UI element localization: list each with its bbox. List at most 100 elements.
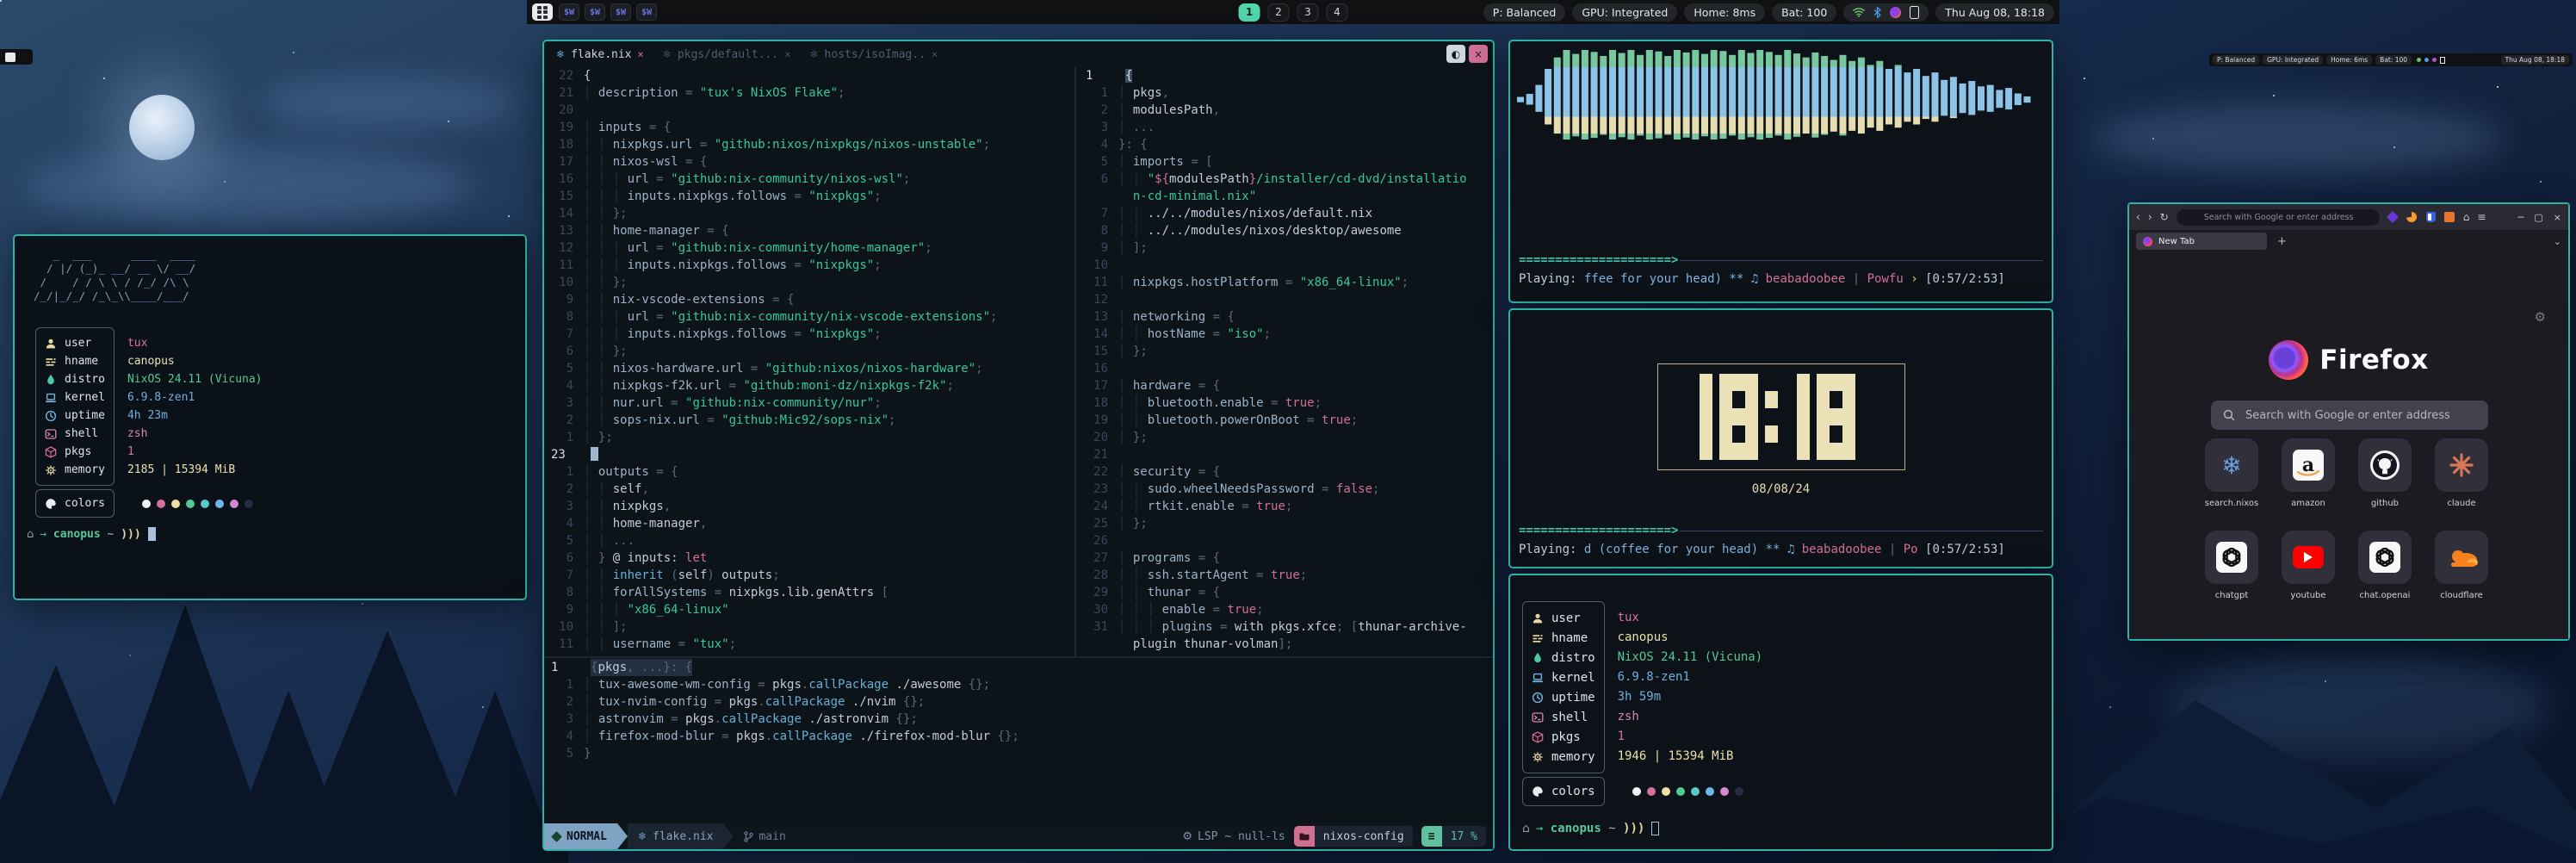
shortcut-tile-icon[interactable] xyxy=(2358,438,2412,492)
url-bar[interactable]: Search with Google or enter address xyxy=(2177,209,2380,226)
editor-tab-pkgs-default-[interactable]: ❄pkgs/default...× xyxy=(663,48,791,61)
newtab-search-bar[interactable]: Search with Google or enter address xyxy=(2211,400,2488,430)
vertical-split-divider[interactable] xyxy=(1074,67,1076,656)
firefox-tab-bar: New Tab + ⌄ xyxy=(2129,230,2568,252)
tab-close-icon[interactable]: × xyxy=(784,48,790,60)
workspace-button-2[interactable]: 2 xyxy=(1268,3,1290,22)
color-dot xyxy=(142,500,151,508)
close-button[interactable]: × xyxy=(2554,212,2561,223)
code-line: 19│ │ bluetooth.powerOnBoot = true; xyxy=(1079,412,1493,429)
code-text: │ │ sops-nix.url = "github:Mic92/sops-ni… xyxy=(584,412,895,429)
clock-pill[interactable]: Thu Aug 08, 18:18 xyxy=(1935,3,2054,22)
song-progress: =====================> xyxy=(1519,524,2043,537)
editor-tab-flake-nix[interactable]: ❄flake.nix× xyxy=(556,48,644,61)
line-number: 19 xyxy=(1079,412,1118,429)
neovim-window[interactable]: ❄flake.nix× ❄pkgs/default...× ❄hosts/isoIm… xyxy=(542,40,1495,851)
shortcut-tile-icon[interactable] xyxy=(2282,531,2335,584)
code-text: │ │ ../../modules/nixos/default.nix xyxy=(1118,205,1372,222)
window-button[interactable]: $W xyxy=(636,3,657,21)
clock-pill[interactable]: Thu Aug 08, 18:18 xyxy=(2501,55,2569,65)
top-bar: $W$W$W$W 1234 P: BalancedGPU: Integrated… xyxy=(527,0,2059,24)
minimize-button[interactable]: ─ xyxy=(2518,212,2524,223)
shortcut-tile-icon[interactable] xyxy=(2435,531,2488,584)
app-launcher-icon[interactable] xyxy=(5,53,15,62)
extension-icon-1[interactable] xyxy=(2387,212,2399,223)
workspace-button-1[interactable]: 1 xyxy=(1239,3,1260,22)
line-number: 20 xyxy=(544,102,584,119)
fastfetch-panel[interactable]: userhnamedistrokerneluptimeshellpkgsmemo… xyxy=(1508,574,2053,851)
mode-label: NORMAL xyxy=(567,830,607,843)
shortcut-cloudflare[interactable]: cloudflare xyxy=(2435,531,2488,600)
fetch-row: shell xyxy=(36,425,114,443)
shortcut-tile-icon[interactable] xyxy=(2435,438,2488,492)
shell-prompt[interactable]: ⌂→ canopus ~ ))) xyxy=(27,527,156,541)
fetch-value: 1 xyxy=(127,443,263,461)
theme-toggle-button[interactable]: ◐ xyxy=(1446,45,1465,63)
window-button[interactable]: $W xyxy=(585,3,605,21)
shortcut-tile-icon[interactable] xyxy=(2358,531,2412,584)
color-dot xyxy=(1676,787,1685,796)
shortcut-search-nixos[interactable]: ❄search.nixos xyxy=(2205,438,2258,508)
shortcut-youtube[interactable]: youtube xyxy=(2282,531,2335,600)
back-icon[interactable]: ‹ xyxy=(2136,211,2140,223)
window-button[interactable]: $W xyxy=(610,3,631,21)
shortcut-claude[interactable]: claude xyxy=(2435,438,2488,508)
tab-new-tab[interactable]: New Tab xyxy=(2136,233,2267,250)
extension-icon-2[interactable] xyxy=(2406,212,2418,223)
tab-close-icon[interactable]: × xyxy=(932,48,938,60)
new-tab-button[interactable]: + xyxy=(2277,235,2287,248)
shortcut-chatgpt[interactable]: chatgpt xyxy=(2205,531,2258,600)
wifi-icon[interactable] xyxy=(1853,7,1865,17)
firefox-logo: Firefox xyxy=(2129,340,2568,380)
code-line: 7│ │ ../../modules/nixos/default.nix xyxy=(1079,205,1493,222)
personalize-gear-icon[interactable]: ⚙ xyxy=(2535,309,2546,325)
shortcut-tile-icon[interactable]: ❄ xyxy=(2205,438,2258,492)
code-text: {pkgs, ...}: { xyxy=(591,659,692,676)
reload-icon[interactable]: ↻ xyxy=(2160,211,2169,223)
bluetooth-icon[interactable] xyxy=(1873,7,1881,18)
code-line: 20│ }; xyxy=(1079,429,1493,446)
code-text: │ description = "tux's NixOS Flake"; xyxy=(584,84,845,102)
line-number: 17 xyxy=(544,153,584,171)
editor-tab-hosts-isoImag-[interactable]: ❄hosts/isoImag..× xyxy=(809,48,938,61)
shortcut-github[interactable]: github xyxy=(2358,438,2412,508)
cava-visualizer-panel[interactable]: =====================> Playing: ffee for… xyxy=(1508,40,2053,303)
editor-pane-flake[interactable]: 22{21│ description = "tux's NixOS Flake"… xyxy=(544,67,1074,656)
shortcut-label: claude xyxy=(2447,499,2475,508)
shell-prompt[interactable]: ⌂→ canopus ~ ))) xyxy=(1522,822,1659,835)
code-text: │ nixpkgs.hostPlatform = "x86_64-linux"; xyxy=(1118,274,1409,291)
forward-icon[interactable]: › xyxy=(2148,211,2152,223)
line-number: 11 xyxy=(544,636,584,653)
workspace-button-3[interactable]: 3 xyxy=(1297,3,1319,22)
powerline-separator xyxy=(723,823,734,849)
fetch-row: user xyxy=(36,334,114,352)
phone-icon[interactable] xyxy=(1910,6,1919,19)
code-line: 3│ astronvim = pkgs.callPackage ./astron… xyxy=(544,711,1493,728)
app-launcher-icon[interactable] xyxy=(532,3,553,21)
media-player-icon[interactable] xyxy=(1890,7,1901,18)
tab-close-icon[interactable]: × xyxy=(638,48,644,60)
shortcut-label: github xyxy=(2371,499,2399,508)
menu-icon[interactable]: ≡ xyxy=(2477,211,2486,223)
window-button[interactable]: $W xyxy=(559,3,579,21)
tab-list-chevron-icon[interactable]: ⌄ xyxy=(2554,236,2561,247)
tty-clock-panel[interactable]: 08/08/24 =====================> Playing:… xyxy=(1508,308,2053,568)
home-icon[interactable]: ⌂ xyxy=(2463,211,2470,223)
shortcut-tile-icon[interactable] xyxy=(2205,531,2258,584)
maximize-button[interactable]: ▢ xyxy=(2534,212,2542,223)
editor-pane-pkgs[interactable]: 1{pkgs, ...}: {1│ tux-awesome-wm-config … xyxy=(544,659,1493,824)
extension-icon-4[interactable] xyxy=(2444,212,2455,223)
code-text: │ │ │ "x86_64-linux" xyxy=(584,601,729,618)
shortcut-chat-openai[interactable]: chat.openai xyxy=(2358,531,2412,600)
clock-digit xyxy=(1817,374,1855,460)
terminal-window[interactable]: _ ___ ____ ____ / |/ (_)_ __/ __ \/ __/ … xyxy=(13,234,527,600)
shortcut-tile-icon[interactable]: a xyxy=(2282,438,2335,492)
horizontal-split-divider[interactable] xyxy=(544,656,1493,658)
shortcut-amazon[interactable]: aamazon xyxy=(2282,438,2335,508)
firefox-window[interactable]: ‹ › ↻ Search with Google or enter addres… xyxy=(2127,202,2570,641)
extension-icon-3[interactable] xyxy=(2425,212,2437,223)
editor-pane-iso-host[interactable]: 1{1│ pkgs,2│ modulesPath,3│ ...4}: {5│ i… xyxy=(1079,67,1493,656)
buffer-close-button[interactable]: × xyxy=(1469,45,1488,63)
fetch-value: NixOS 24.11 (Vicuna) xyxy=(1618,648,1763,667)
workspace-button-4[interactable]: 4 xyxy=(1327,3,1348,22)
